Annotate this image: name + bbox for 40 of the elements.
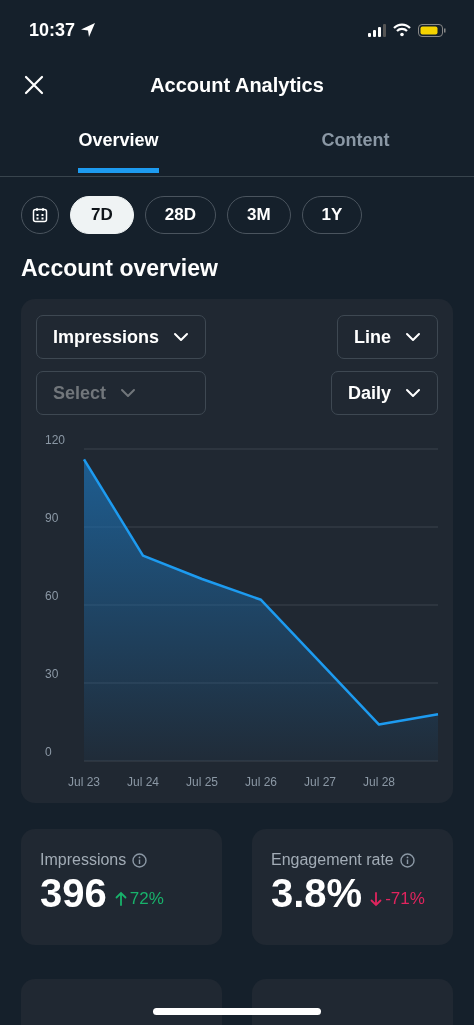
axis-label: 30 [45,667,59,681]
info-button[interactable] [132,852,148,868]
screen-title: Account Analytics [150,73,324,97]
caret-icon [120,388,137,398]
dropdown[interactable]: Line [337,315,438,359]
axis-label: 0 [45,745,52,759]
info-button[interactable] [399,852,415,868]
axis-label: Jul 28 [363,775,395,789]
close-button[interactable] [24,75,44,95]
location-arrow-icon [80,22,97,38]
wifi-icon [393,23,411,37]
section-heading: Account overview [21,254,219,282]
dropdown[interactable]: Impressions [36,315,207,359]
axis-label: Jul 26 [245,775,277,789]
caret-icon [405,332,421,342]
stat-label: Engagement rate [271,851,394,869]
range-chip[interactable]: 7D [70,196,134,234]
change-percent: -71% [385,889,425,909]
stat-value: 396 [40,871,107,916]
caret-icon [173,332,190,342]
dropdown[interactable]: Daily [330,371,438,415]
axis-label: Jul 27 [304,775,336,789]
clock-time: 10:37 [29,19,76,41]
axis-label: Jul 25 [186,775,218,789]
signal-icon [368,23,386,37]
calendar-icon [32,207,48,223]
stat-label: Impressions [40,851,127,869]
axis-label: Jul 24 [127,775,159,789]
axis-label: Jul 23 [68,775,100,789]
battery-icon [418,23,446,37]
axis-label: 60 [45,589,59,603]
change-percent: 72% [129,889,164,909]
stat-value: 3.8% [271,871,363,916]
arrow-down-icon [370,891,383,907]
tab[interactable]: Content [321,130,390,173]
axis-label: 90 [45,511,59,525]
arrow-up-icon [114,891,127,907]
axis-label: 120 [45,433,66,447]
caret-icon [405,388,421,398]
tab[interactable]: Overview [78,130,159,173]
